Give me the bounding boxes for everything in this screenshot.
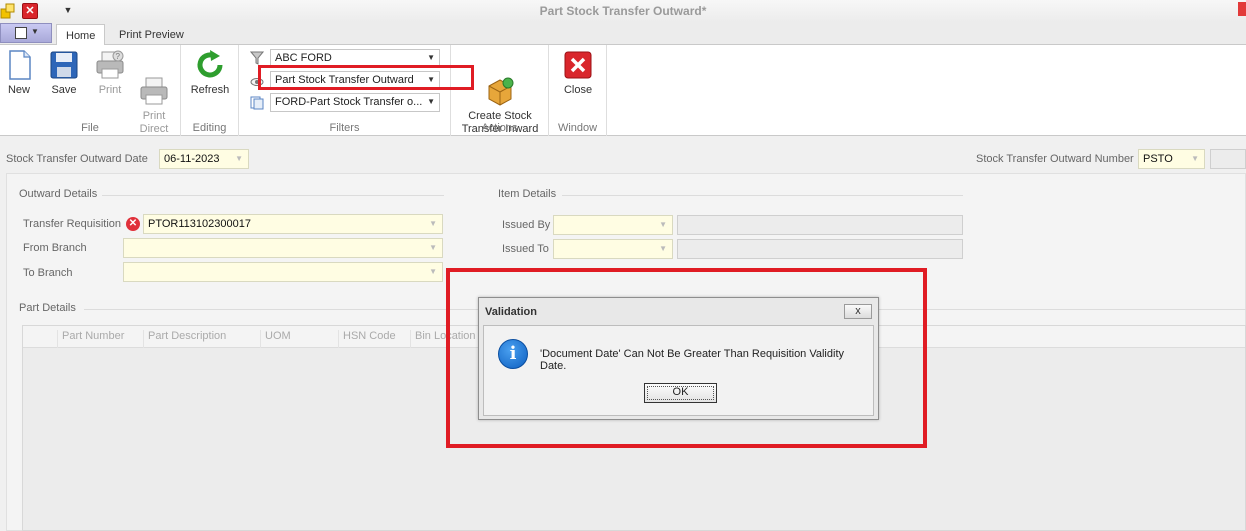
- validation-dialog: Validation x i 'Document Date' Can Not B…: [478, 297, 879, 420]
- series-filter-combo[interactable]: FORD-Part Stock Transfer o... ▼: [270, 93, 440, 112]
- ribbon: New Save ? Print Print Direct File Refre…: [0, 45, 1246, 136]
- box-package-icon: [484, 62, 516, 106]
- issued-by-name-field[interactable]: [677, 215, 963, 235]
- info-icon: i: [498, 339, 528, 369]
- close-button[interactable]: Close: [555, 49, 601, 97]
- item-details-title: Item Details: [498, 188, 557, 200]
- chevron-down-icon: ▼: [427, 53, 435, 62]
- issued-by-label: Issued By: [502, 219, 551, 231]
- chevron-down-icon: ▼: [31, 27, 39, 36]
- print-icon: ?: [94, 49, 126, 81]
- issued-to-label: Issued To: [502, 243, 549, 255]
- transfer-number-prefix[interactable]: PSTO ▼: [1138, 149, 1205, 169]
- chevron-down-icon: ▼: [427, 97, 435, 106]
- new-document-icon: [3, 49, 35, 81]
- refresh-icon: [194, 49, 226, 81]
- save-button[interactable]: Save: [45, 49, 83, 97]
- column-header[interactable]: Part Description: [143, 330, 260, 348]
- error-icon: ✕: [126, 217, 140, 231]
- outward-details-title: Outward Details: [19, 188, 98, 200]
- dialog-title: Validation: [485, 306, 537, 318]
- chevron-down-icon: ▼: [429, 243, 437, 252]
- chevron-down-icon: ▼: [659, 244, 667, 253]
- group-window: Close Window: [549, 45, 607, 136]
- transfer-number-label: Stock Transfer Outward Number: [976, 153, 1134, 165]
- to-branch-label: To Branch: [23, 267, 73, 279]
- group-filters: ABC FORD ▼ Part Stock Transfer Outward ▼…: [239, 45, 451, 136]
- title-bar: ✕ ▼ Part Stock Transfer Outward*: [0, 0, 1246, 22]
- section-divider: [562, 195, 963, 196]
- group-label-actions: Actions: [481, 122, 518, 134]
- refresh-button[interactable]: Refresh: [187, 49, 233, 97]
- group-actions: Create Stock Transfer Inward Actions: [451, 45, 549, 136]
- issued-to-field[interactable]: ▼: [553, 239, 673, 259]
- ribbon-tabs: ▼ Home Print Preview: [0, 22, 1246, 46]
- dialog-body: i 'Document Date' Can Not Be Greater Tha…: [483, 325, 874, 416]
- group-label-editing: Editing: [192, 122, 227, 134]
- part-details-title: Part Details: [19, 302, 76, 314]
- highlight-box: [258, 65, 474, 90]
- tab-home[interactable]: Home: [56, 24, 106, 46]
- column-header[interactable]: HSN Code: [338, 330, 410, 348]
- tab-print-preview[interactable]: Print Preview: [110, 24, 193, 46]
- close-icon: [562, 49, 594, 81]
- issued-to-name-field[interactable]: [677, 239, 963, 259]
- app-menu-icon: [15, 27, 27, 39]
- window-title: Part Stock Transfer Outward*: [539, 4, 707, 18]
- group-file: New Save ? Print Print Direct File: [0, 45, 181, 136]
- dialog-message: 'Document Date' Can Not Be Greater Than …: [540, 348, 844, 372]
- transfer-requisition-field[interactable]: PTOR113102300017 ▼: [143, 214, 443, 234]
- transfer-requisition-label: Transfer Requisition: [23, 218, 122, 230]
- group-label-filters: Filters: [329, 122, 360, 134]
- save-disk-icon: [48, 49, 80, 81]
- chevron-down-icon: ▼: [1191, 154, 1199, 163]
- transfer-date-label: Stock Transfer Outward Date: [6, 153, 148, 165]
- chevron-down-icon: ▼: [429, 267, 437, 276]
- chevron-down-icon: ▼: [659, 220, 667, 229]
- column-header[interactable]: UOM: [260, 330, 338, 348]
- printer-icon: [138, 62, 170, 105]
- ok-button[interactable]: OK: [644, 383, 717, 403]
- funnel-filter-icon: [249, 51, 265, 65]
- app-menu-button[interactable]: ▼: [0, 23, 52, 43]
- dialog-close-button[interactable]: x: [844, 304, 872, 319]
- window-control[interactable]: [1238, 2, 1246, 16]
- column-header[interactable]: Part Number: [57, 330, 143, 348]
- svg-text:?: ?: [116, 52, 121, 61]
- chevron-down-icon: ▼: [429, 219, 437, 228]
- from-branch-label: From Branch: [23, 242, 87, 254]
- group-label-file: File: [81, 122, 99, 134]
- from-branch-field[interactable]: ▼: [123, 238, 443, 258]
- group-editing: Refresh Editing: [181, 45, 239, 136]
- group-label-window: Window: [557, 122, 598, 134]
- to-branch-field[interactable]: ▼: [123, 262, 443, 282]
- transfer-date-field[interactable]: 06-11-2023 ▼: [159, 149, 249, 169]
- new-button[interactable]: New: [2, 49, 36, 97]
- print-button[interactable]: ? Print: [92, 49, 128, 97]
- section-divider: [102, 195, 444, 196]
- series-document-icon: [250, 96, 264, 110]
- chevron-down-icon: ▼: [235, 154, 243, 163]
- issued-by-field[interactable]: ▼: [553, 215, 673, 235]
- transfer-number-field[interactable]: [1210, 149, 1246, 169]
